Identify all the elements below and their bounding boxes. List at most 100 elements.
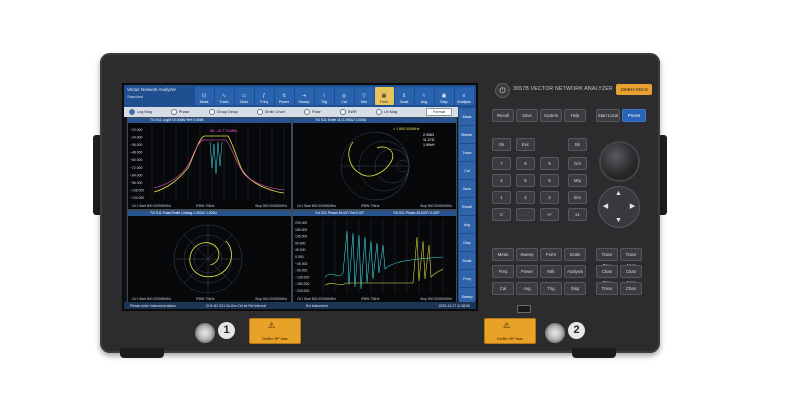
menu-avg[interactable]: ≈ Avg <box>414 87 434 105</box>
key-analysis[interactable]: Analysis <box>564 265 586 278</box>
key-meas[interactable]: Meas <box>492 248 514 261</box>
format-button[interactable]: Format <box>425 108 452 116</box>
menu-label: Disp <box>440 100 448 104</box>
key--[interactable]: +/- <box>540 208 559 221</box>
menu-meas[interactable]: ⊡ Meas <box>194 87 214 105</box>
trace-s21 <box>153 135 285 194</box>
sidebar-key-save[interactable]: Save <box>459 180 475 197</box>
key-trace-next[interactable]: Trace Next <box>620 248 642 268</box>
menu-trace[interactable]: ∿ Trace <box>214 87 234 105</box>
key-chan[interactable]: Chan <box>620 282 642 295</box>
key-form[interactable]: Form <box>540 248 562 261</box>
key-chan-next[interactable]: Chan Next <box>620 265 642 285</box>
ifbw: IFBW 70kHz <box>196 297 215 301</box>
key-esc[interactable]: Esc <box>516 138 535 151</box>
power-level-icon: ↯ <box>281 93 287 99</box>
phase-trace-s11 <box>324 236 444 286</box>
y-tick-label: 180.000 <box>295 228 307 232</box>
key-bk[interactable]: Bk <box>568 138 587 151</box>
key-k-m[interactable]: k/m <box>568 191 587 204</box>
usb-port-1[interactable] <box>517 305 531 313</box>
key--[interactable]: . <box>516 208 535 221</box>
menu-cal[interactable]: ◎ Cal <box>334 87 354 105</box>
format-option-lin-mag[interactable]: Lin Mag <box>375 109 398 115</box>
sidebar-key-freq[interactable]: Freq <box>459 270 475 287</box>
key-trig[interactable]: Trig <box>540 282 562 295</box>
key-chan-prev[interactable]: Chan Prev <box>596 265 618 285</box>
sidebar-key-disp[interactable]: Disp <box>459 234 475 251</box>
menu-chan[interactable]: ▭ Chan <box>234 87 254 105</box>
panel-phase[interactable]: Tr4 S21 Phase 45.00°/ Ref 0.00° Tr5 S21 P… <box>292 210 457 303</box>
key-m-[interactable]: M/μ <box>568 174 587 187</box>
key-x1[interactable]: x1 <box>568 208 587 221</box>
key-scale[interactable]: Scale <box>564 248 586 261</box>
menu-scale[interactable]: ⇕ Scale <box>394 87 414 105</box>
key-power[interactable]: Power <box>516 265 538 278</box>
sidebar-key-avg[interactable]: Avg <box>459 216 475 233</box>
format-option-group-delay[interactable]: Group Delay <box>208 109 238 115</box>
key-freq[interactable]: Freq <box>492 265 514 278</box>
panel-smith[interactable]: Tr2 S11 Smith 1U 1.000U/ 1.000U > 1 800.… <box>292 117 457 210</box>
key-9[interactable]: 9 <box>540 157 559 170</box>
key-preset[interactable]: Preset <box>622 109 646 122</box>
menu-analysis[interactable]: ≡ Analysis <box>454 87 474 105</box>
menu-mrk[interactable]: ▽ Mrk <box>354 87 374 105</box>
key-disp[interactable]: Disp <box>564 282 586 295</box>
power-button[interactable]: ⏻ <box>495 83 510 98</box>
key-avg[interactable]: Avg <box>516 282 538 295</box>
y-tick-label: 0.000 <box>295 255 304 259</box>
format-option-log-mag[interactable]: Log Mag <box>129 109 152 115</box>
key-5[interactable]: 5 <box>516 174 535 187</box>
key-trace[interactable]: Trace <box>596 282 618 295</box>
key-8[interactable]: 8 <box>516 157 535 170</box>
menu-power[interactable]: ↯ Power <box>274 87 294 105</box>
key-system[interactable]: System <box>540 109 562 122</box>
key-start-local[interactable]: Start Local <box>596 109 620 122</box>
arrow-down-icon[interactable]: ▼ <box>613 215 624 226</box>
menu-form[interactable]: ▦ Form <box>374 87 394 105</box>
sidebar-key-meas[interactable]: Meas <box>459 108 475 125</box>
arrow-right-icon[interactable]: ▶ <box>627 201 638 212</box>
key-7[interactable]: 7 <box>492 157 511 170</box>
sidebar-key-cal[interactable]: Cal <box>459 162 475 179</box>
panel-logmag[interactable]: Tr1 S11 LogM 10.00dB/ Ref 0.00dB −12.000… <box>127 117 292 210</box>
format-option-swr[interactable]: SWR <box>339 109 357 115</box>
key-sweep[interactable]: Sweep <box>516 248 538 261</box>
key-trace-prev[interactable]: Trace Prev <box>596 248 618 268</box>
rf-port-1[interactable] <box>194 322 216 344</box>
key-mrk[interactable]: Mrk <box>540 265 562 278</box>
y-tick-label: −135.000 <box>295 275 309 279</box>
format-option-polar[interactable]: Polar <box>303 109 321 115</box>
arrow-left-icon[interactable]: ◀ <box>600 201 611 212</box>
sidebar-key-marker[interactable]: Marker <box>459 126 475 143</box>
format-option-phase[interactable]: Phase <box>170 109 190 115</box>
key-4[interactable]: 4 <box>492 174 511 187</box>
key-2[interactable]: 2 <box>516 191 535 204</box>
key-cal[interactable]: Cal <box>492 282 514 295</box>
right-foot <box>572 348 616 358</box>
key-1[interactable]: 1 <box>492 191 511 204</box>
menu-label: Scale <box>399 100 409 104</box>
key-6[interactable]: 6 <box>540 174 559 187</box>
key-g-n[interactable]: G/n <box>568 157 587 170</box>
key-save[interactable]: Save <box>516 109 538 122</box>
sidebar-key-trace[interactable]: Trace <box>459 144 475 161</box>
arrow-up-icon[interactable]: ▲ <box>613 188 624 199</box>
menu-sweep[interactable]: ⇥ Sweep <box>294 87 314 105</box>
key-0[interactable]: 0 <box>492 208 511 221</box>
key-ok[interactable]: Ok <box>492 138 511 151</box>
menu-freq[interactable]: ƒ Freq <box>254 87 274 105</box>
panel-polar[interactable]: Tr3 S11 Polar/Smith LinMag 1.000U/ 1.000… <box>127 210 292 303</box>
menu-disp[interactable]: ▣ Disp <box>434 87 454 105</box>
key-help[interactable]: Help <box>564 109 586 122</box>
format-option-smith-chart[interactable]: Smith Chart <box>256 109 285 115</box>
sidebar-key-recall[interactable]: Recall <box>459 198 475 215</box>
key-3[interactable]: 3 <box>540 191 559 204</box>
sidebar-key-scale[interactable]: Scale <box>459 252 475 269</box>
format-option-label: Lin Mag <box>383 110 398 114</box>
menu-trig[interactable]: ⌇ Trig <box>314 87 334 105</box>
key-recall[interactable]: Recall <box>492 109 514 122</box>
calibration-icon: ◎ <box>341 93 347 99</box>
rf-port-2[interactable] <box>544 322 566 344</box>
rotary-knob[interactable] <box>599 141 640 182</box>
